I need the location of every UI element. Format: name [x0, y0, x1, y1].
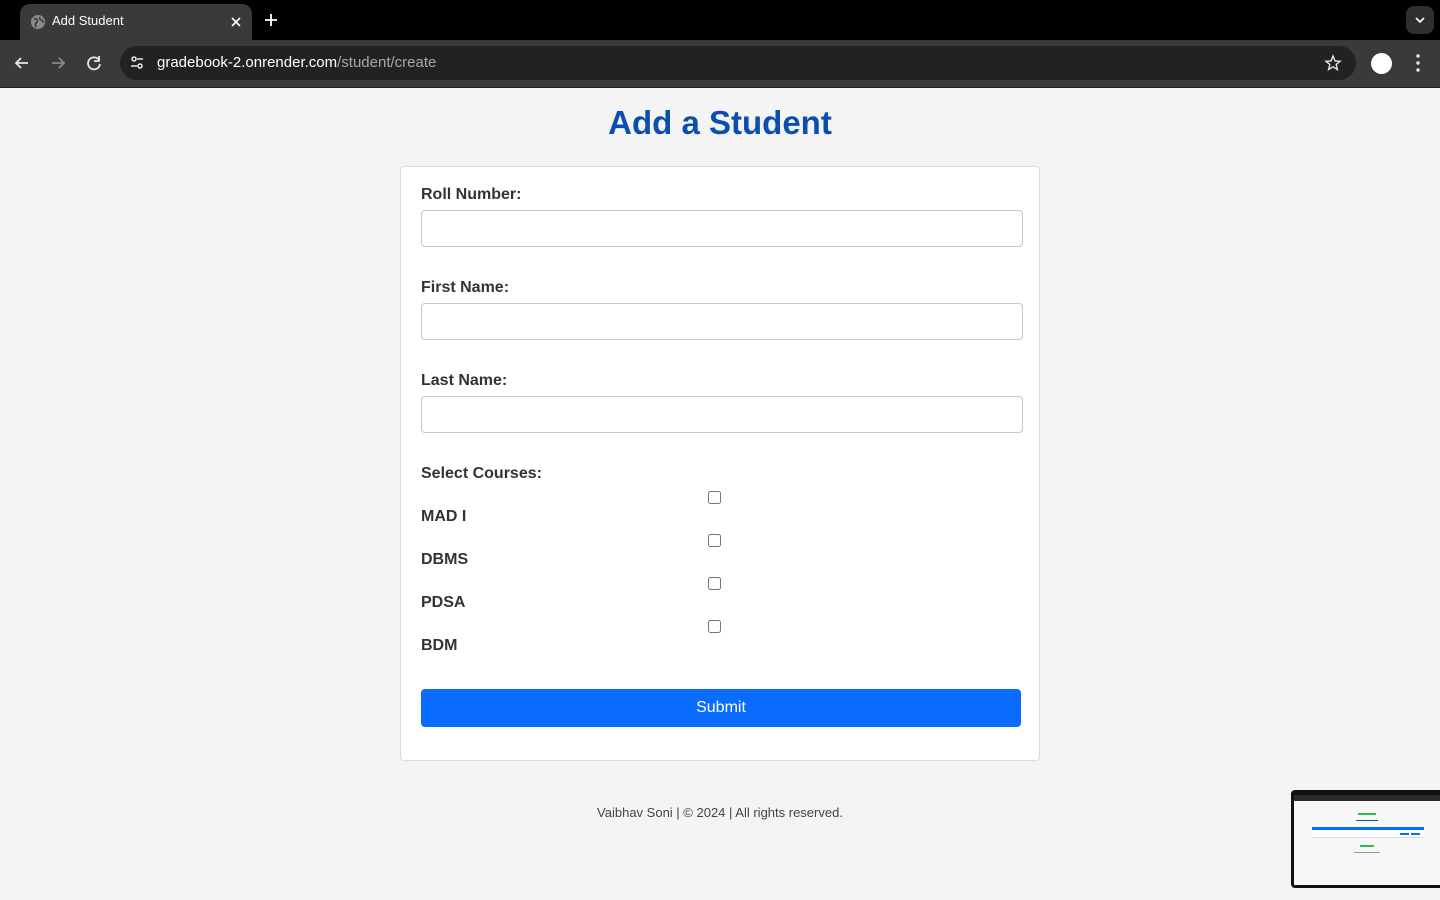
last-name-input[interactable]	[421, 396, 1023, 433]
first-name-input[interactable]	[421, 303, 1023, 340]
bookmark-star-icon[interactable]	[1324, 54, 1342, 72]
page-title: Add a Student	[608, 104, 832, 141]
course-checkbox-bdm[interactable]	[708, 620, 721, 633]
thumbnail-green-button	[1360, 845, 1374, 847]
new-tab-plus-icon[interactable]	[262, 11, 280, 29]
last-name-label: Last Name:	[421, 372, 508, 389]
browser-tab[interactable]: Add Student	[20, 4, 252, 40]
tab-search-button[interactable]	[1406, 6, 1434, 34]
url-path: /student/create	[337, 54, 437, 71]
tab-title: Add Student	[52, 13, 124, 28]
thumbnail-screen	[1294, 795, 1440, 885]
thumbnail-row-button	[1400, 833, 1409, 835]
address-bar[interactable]: gradebook-2.onrender.com/student/create	[120, 46, 1356, 80]
course-label-mad-i: MAD I	[421, 508, 467, 525]
course-label-bdm: BDM	[421, 637, 458, 654]
profile-avatar-icon[interactable]	[1371, 53, 1392, 74]
url-domain: gradebook-2.onrender.com	[157, 54, 338, 71]
more-options-icon[interactable]	[1410, 53, 1426, 73]
first-name-label: First Name:	[421, 279, 510, 296]
submit-button[interactable]: Submit	[421, 689, 1021, 727]
course-label-pdsa: PDSA	[421, 594, 466, 611]
page-footer: Vaibhav Soni | © 2024 | All rights reser…	[597, 805, 843, 820]
url-text[interactable]: gradebook-2.onrender.com/student/create	[157, 54, 436, 71]
thumbnail-heading	[1356, 820, 1378, 821]
back-arrow-icon[interactable]	[12, 53, 32, 73]
globe-icon	[31, 15, 45, 29]
browser-tab-bar: Add Student	[0, 0, 1440, 40]
tab-preview-thumbnail[interactable]	[1291, 790, 1440, 888]
course-checkbox-mad-i[interactable]	[708, 491, 721, 504]
roll-number-label: Roll Number:	[421, 186, 522, 203]
browser-toolbar: gradebook-2.onrender.com/student/create	[0, 40, 1440, 88]
chevron-down-icon	[1415, 17, 1425, 24]
course-checkbox-pdsa[interactable]	[708, 577, 721, 590]
thumbnail-browser-bar	[1294, 795, 1440, 801]
thumbnail-green-button	[1358, 813, 1376, 815]
add-student-form: Roll Number: First Name: Last Name: Sele…	[400, 166, 1040, 761]
course-checkbox-dbms[interactable]	[708, 534, 721, 547]
thumbnail-row-button	[1411, 833, 1420, 835]
select-courses-label: Select Courses:	[421, 465, 542, 482]
site-settings-icon[interactable]	[128, 54, 146, 72]
thumbnail-footer	[1354, 852, 1380, 853]
thumbnail-table-header	[1312, 827, 1424, 830]
course-label-dbms: DBMS	[421, 551, 469, 568]
forward-arrow-icon[interactable]	[48, 53, 68, 73]
roll-number-input[interactable]	[421, 210, 1023, 247]
reload-icon[interactable]	[84, 53, 104, 73]
close-icon[interactable]	[228, 14, 244, 30]
